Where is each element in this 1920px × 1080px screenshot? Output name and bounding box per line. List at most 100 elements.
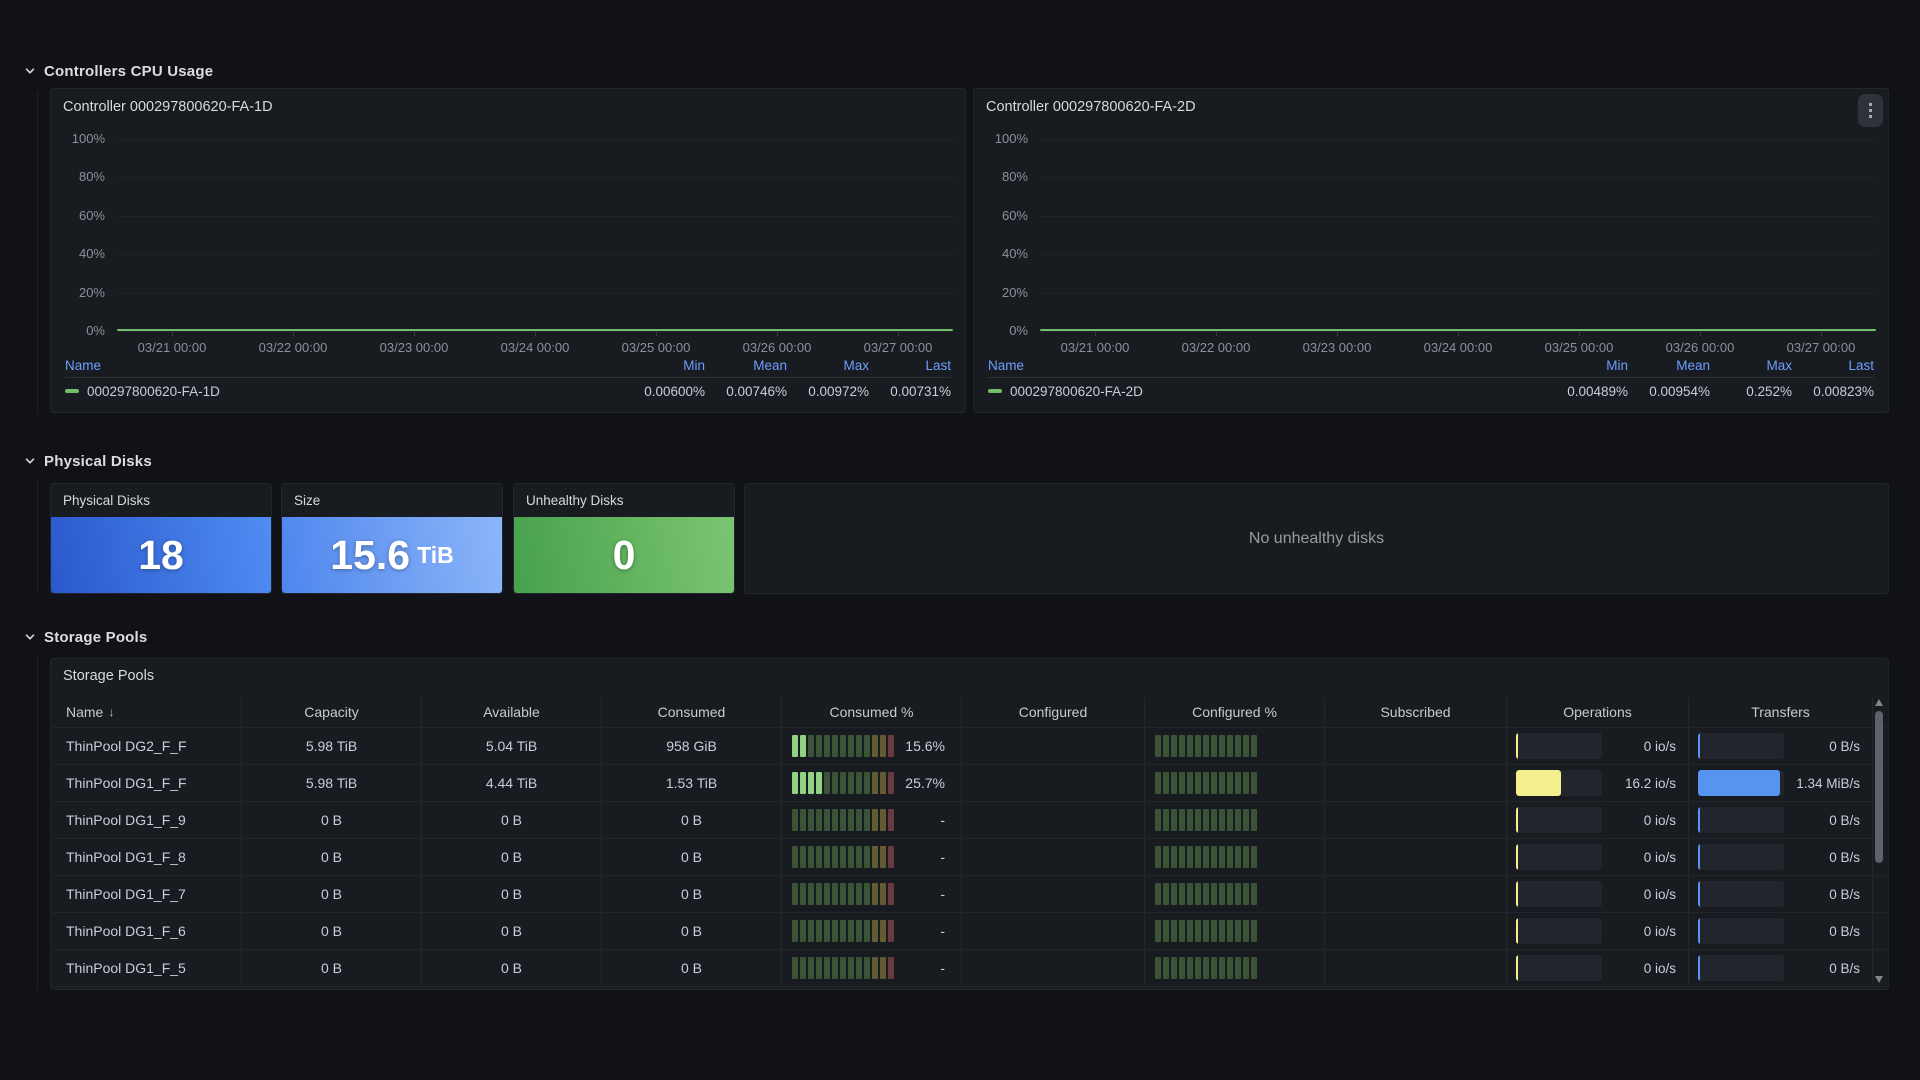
legend-value-max: 0.252% <box>1710 384 1792 399</box>
legend-header-name[interactable]: Name <box>988 358 1546 373</box>
transfers-value: 0 B/s <box>1784 850 1872 865</box>
configured-lcd-gauge <box>1155 846 1257 868</box>
operations-value: 0 io/s <box>1602 887 1688 902</box>
panel-title[interactable]: Controller 000297800620-FA-2D <box>974 89 1888 117</box>
x-axis-tick <box>1095 332 1096 336</box>
column-header-subscribed[interactable]: Subscribed <box>1325 697 1507 727</box>
column-header-configured[interactable]: Configured <box>962 697 1145 727</box>
legend-value-last: 0.00731% <box>869 384 951 399</box>
operations-bar-fill <box>1516 881 1518 907</box>
section-title: Storage Pools <box>44 629 147 646</box>
y-axis-label: 60% <box>63 208 105 223</box>
section-header-physical-disks[interactable]: Physical Disks <box>24 450 152 472</box>
chart-legend: NameMinMeanMaxLast000297800620-FA-1D0.00… <box>65 353 951 404</box>
column-header-name[interactable]: Name↓ <box>52 697 242 727</box>
cell-configured-pct <box>1145 728 1325 764</box>
cell-capacity: 5.98 TiB <box>242 728 422 764</box>
x-axis-tick <box>1821 332 1822 336</box>
cell-consumed-pct: - <box>782 802 962 838</box>
x-axis-tick <box>1337 332 1338 336</box>
scroll-down-icon[interactable] <box>1875 976 1883 983</box>
operations-value: 0 io/s <box>1602 924 1688 939</box>
section-header-controllers-cpu[interactable]: Controllers CPU Usage <box>24 60 213 82</box>
transfers-bar-track <box>1698 844 1784 870</box>
cell-capacity: 0 B <box>242 839 422 875</box>
legend-header-min[interactable]: Min <box>623 358 705 373</box>
x-axis-tick <box>656 332 657 336</box>
cell-pool-name[interactable]: ThinPool DG1_F_7 <box>52 876 242 912</box>
table-scrollbar[interactable] <box>1873 697 1885 985</box>
legend-series-name[interactable]: 000297800620-FA-1D <box>65 384 623 399</box>
x-axis-tick <box>172 332 173 336</box>
cell-pool-name[interactable]: ThinPool DG2_F_F <box>52 728 242 764</box>
scrollbar-thumb[interactable] <box>1875 711 1883 863</box>
cell-pool-name[interactable]: ThinPool DG1_F_6 <box>52 913 242 949</box>
legend-series-name[interactable]: 000297800620-FA-2D <box>988 384 1546 399</box>
y-axis-label: 0% <box>63 323 105 338</box>
y-gridline <box>1040 216 1876 217</box>
column-header-transfers[interactable]: Transfers <box>1689 697 1873 727</box>
legend-header-max[interactable]: Max <box>787 358 869 373</box>
cell-operations: 0 io/s <box>1507 839 1689 875</box>
y-gridline <box>1040 254 1876 255</box>
table-row: ThinPool DG1_F_50 B0 B0 B-0 io/s0 B/s <box>52 949 1887 986</box>
stat-panel-size: Size 15.6 TiB <box>281 483 503 594</box>
table-row: ThinPool DG1_F_F5.98 TiB4.44 TiB1.53 TiB… <box>52 764 1887 801</box>
chevron-down-icon <box>24 65 36 77</box>
panel-title[interactable]: Controller 000297800620-FA-1D <box>51 89 965 117</box>
y-axis-label: 20% <box>986 285 1028 300</box>
column-header-consumed[interactable]: Consumed <box>602 697 782 727</box>
cell-pool-name[interactable]: ThinPool DG1_F_9 <box>52 802 242 838</box>
cell-pool-name[interactable]: ThinPool DG1_F_5 <box>52 950 242 986</box>
cell-consumed: 0 B <box>602 913 782 949</box>
cell-consumed: 0 B <box>602 802 782 838</box>
scroll-up-icon[interactable] <box>1875 699 1883 706</box>
operations-value: 0 io/s <box>1602 739 1688 754</box>
section-title: Physical Disks <box>44 453 152 470</box>
section-header-storage-pools[interactable]: Storage Pools <box>24 626 147 648</box>
cell-transfers: 0 B/s <box>1689 802 1873 838</box>
legend-header-mean[interactable]: Mean <box>705 358 787 373</box>
panel-menu-kebab-icon[interactable] <box>1858 94 1883 127</box>
consumed-lcd-gauge <box>792 846 894 868</box>
panel-title[interactable]: Storage Pools <box>51 659 1888 686</box>
y-axis-label: 0% <box>986 323 1028 338</box>
y-gridline <box>117 254 953 255</box>
legend-header-last[interactable]: Last <box>869 358 951 373</box>
legend-header-min[interactable]: Min <box>1546 358 1628 373</box>
column-header-available[interactable]: Available <box>422 697 602 727</box>
cell-pool-name[interactable]: ThinPool DG1_F_F <box>52 765 242 801</box>
operations-bar-fill <box>1516 918 1518 944</box>
cell-pool-name[interactable]: ThinPool DG1_F_8 <box>52 839 242 875</box>
cell-capacity: 0 B <box>242 876 422 912</box>
cpu-usage-chart[interactable]: 100%80%60%40%20%0%03/21 00:0003/22 00:00… <box>986 139 1878 355</box>
column-header-operations[interactable]: Operations <box>1507 697 1689 727</box>
legend-header-name[interactable]: Name <box>65 358 623 373</box>
x-axis-tick <box>777 332 778 336</box>
consumed-pct-value: - <box>894 923 961 939</box>
transfers-bar-track <box>1698 955 1784 981</box>
cell-consumed-pct: - <box>782 950 962 986</box>
series-color-swatch <box>65 389 79 393</box>
series-color-swatch <box>988 389 1002 393</box>
cell-subscribed <box>1325 839 1507 875</box>
stat-panel-physical-disks: Physical Disks 18 <box>50 483 272 594</box>
legend-header-last[interactable]: Last <box>1792 358 1874 373</box>
y-gridline <box>1040 177 1876 178</box>
cell-configured <box>962 728 1145 764</box>
column-header-capacity[interactable]: Capacity <box>242 697 422 727</box>
table-row: ThinPool DG1_F_80 B0 B0 B-0 io/s0 B/s <box>52 838 1887 875</box>
transfers-value: 0 B/s <box>1784 924 1872 939</box>
cell-subscribed <box>1325 876 1507 912</box>
column-header-configured-[interactable]: Configured % <box>1145 697 1325 727</box>
y-gridline <box>117 177 953 178</box>
cell-available: 0 B <box>422 913 602 949</box>
legend-header-max[interactable]: Max <box>1710 358 1792 373</box>
consumed-lcd-gauge <box>792 735 894 757</box>
legend-header-mean[interactable]: Mean <box>1628 358 1710 373</box>
stat-panel-unhealthy-disks: Unhealthy Disks 0 <box>513 483 735 594</box>
cpu-usage-chart[interactable]: 100%80%60%40%20%0%03/21 00:0003/22 00:00… <box>63 139 955 355</box>
column-header-consumed-[interactable]: Consumed % <box>782 697 962 727</box>
legend-series-row: 000297800620-FA-1D0.00600%0.00746%0.0097… <box>65 378 951 404</box>
y-gridline <box>1040 139 1876 140</box>
